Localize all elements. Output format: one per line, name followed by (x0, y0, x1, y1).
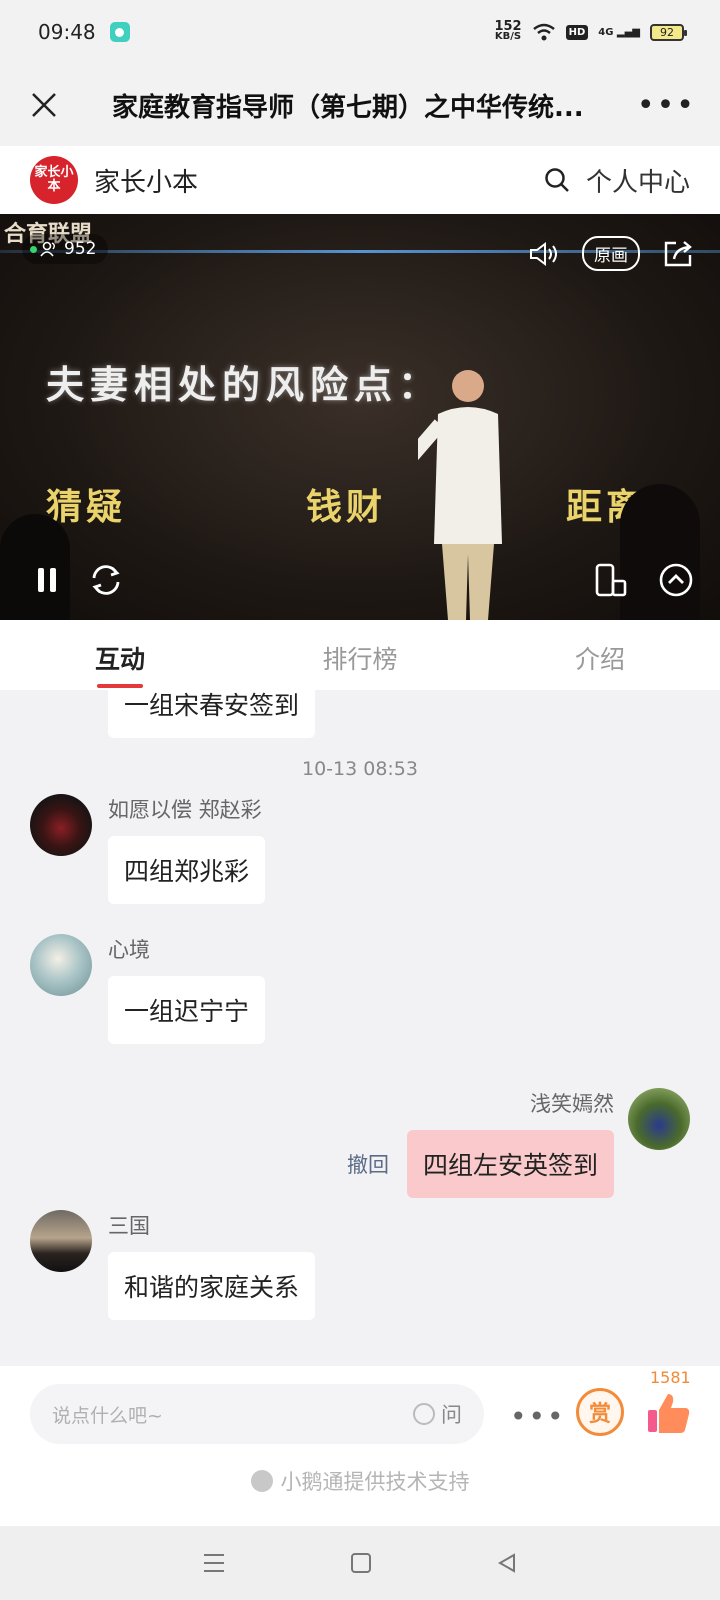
rotate-screen-icon[interactable] (594, 562, 628, 598)
status-indicators: 152 KB/S HD 4G ▂▄▆ 92 (494, 19, 687, 42)
tab-intro[interactable]: 介绍 (480, 620, 720, 690)
viewers-icon (40, 241, 55, 257)
status-time: 09:48 (38, 20, 96, 44)
xiaoe-logo-icon (250, 1470, 273, 1492)
viewer-count: 952 (64, 239, 97, 259)
shop-logo[interactable]: 家长小本 (30, 156, 78, 204)
volume-icon[interactable] (528, 241, 560, 267)
sender-name: 心境 (108, 938, 150, 962)
powered-by: 小鹅通提供技术支持 (0, 1466, 720, 1496)
more-options-icon[interactable]: ••• (510, 1400, 566, 1433)
avatar[interactable] (628, 1088, 690, 1150)
like-count: 1581 (650, 1368, 691, 1387)
shop-header: 家长小本 家长小本 个人中心 (0, 146, 720, 214)
ask-toggle[interactable]: 问 (413, 1399, 462, 1429)
share-icon[interactable] (662, 239, 694, 269)
message-bubble[interactable]: 一组迟宁宁 (108, 976, 266, 1044)
chat-message: 心境 一组迟宁宁 (30, 934, 266, 1044)
quality-button[interactable]: 原画 (582, 236, 640, 271)
wifi-icon (532, 23, 555, 41)
search-icon[interactable] (544, 167, 570, 193)
page-title: 家庭教育指导师（第七期）之中华传统... (112, 92, 584, 123)
pause-icon[interactable] (36, 566, 58, 594)
chat-list[interactable]: 一组宋春安签到 10-13 08:53 如愿以偿 郑赵彩 四组郑兆彩 心境 一组… (0, 690, 720, 1366)
recall-button[interactable]: 撤回 (347, 1149, 389, 1179)
slide-item: 钱财 (305, 486, 386, 528)
app-notification-icon (109, 22, 130, 42)
status-bar: 09:48 152 KB/S HD 4G ▂▄▆ 92 (0, 0, 720, 64)
system-nav-bar (0, 1526, 720, 1600)
comment-input[interactable]: 说点什么吧~ 问 (30, 1384, 484, 1444)
tab-leaderboard[interactable]: 排行榜 (240, 620, 480, 690)
chevron-up-icon[interactable] (658, 562, 694, 598)
header-actions: 个人中心 (544, 162, 690, 199)
sender-name: 浅笑嫣然 (530, 1092, 614, 1116)
comment-placeholder: 说点什么吧~ (52, 1404, 163, 1427)
radio-icon (413, 1403, 435, 1425)
tab-interaction[interactable]: 互动 (0, 620, 240, 690)
chat-message-partial: 一组宋春安签到 (108, 690, 316, 738)
message-bubble[interactable]: 一组宋春安签到 (108, 690, 316, 738)
close-icon[interactable] (24, 85, 64, 125)
sender-name: 如愿以偿 郑赵彩 (108, 798, 262, 822)
chat-message: 如愿以偿 郑赵彩 四组郑兆彩 (30, 794, 266, 904)
slide-title: 夫妻相处的风险点： (46, 362, 443, 407)
reward-button[interactable]: 赏 (576, 1388, 624, 1436)
input-bar: 说点什么吧~ 问 ••• 赏 1581 小鹅通提供技术支持 (0, 1366, 720, 1526)
battery-icon: 92 (650, 23, 687, 41)
message-bubble[interactable]: 四组左安英签到 (406, 1130, 614, 1198)
message-bubble[interactable]: 四组郑兆彩 (108, 836, 266, 904)
chat-timestamp: 10-13 08:53 (301, 758, 418, 780)
back-icon[interactable] (496, 1552, 518, 1574)
menu-icon[interactable] (202, 1552, 226, 1574)
signal-icon: 4G ▂▄▆ (598, 26, 640, 38)
thumbs-up-icon[interactable] (646, 1390, 692, 1436)
chat-message: 三国 和谐的家庭关系 (30, 1210, 316, 1320)
home-icon[interactable] (350, 1552, 372, 1574)
video-player[interactable]: 合育联盟 952 原画 夫妻相处的风险点： 猜疑 钱财 距离 (0, 214, 720, 620)
viewer-count-badge: 952 (22, 234, 109, 264)
net-speed: 152 KB/S (494, 19, 522, 42)
refresh-icon[interactable] (88, 562, 124, 598)
chat-message-mine: 浅笑嫣然 撤回 四组左安英签到 (347, 1088, 690, 1198)
video-top-controls: 原画 (528, 236, 694, 271)
hd-badge: HD (565, 24, 589, 40)
avatar[interactable] (30, 934, 92, 996)
nav-bar: 家庭教育指导师（第七期）之中华传统... ••• (0, 64, 720, 146)
shop-name[interactable]: 家长小本 (94, 162, 198, 199)
avatar[interactable] (30, 1210, 92, 1272)
tab-bar: 互动 排行榜 介绍 (0, 620, 720, 690)
sender-name: 三国 (108, 1214, 150, 1238)
more-icon[interactable]: ••• (637, 88, 696, 123)
avatar[interactable] (30, 794, 92, 856)
slide-items: 猜疑 钱财 距离 (46, 478, 646, 530)
personal-center-link[interactable]: 个人中心 (586, 162, 690, 199)
message-bubble[interactable]: 和谐的家庭关系 (108, 1252, 316, 1320)
video-bottom-controls (0, 560, 720, 600)
live-dot (30, 246, 37, 253)
